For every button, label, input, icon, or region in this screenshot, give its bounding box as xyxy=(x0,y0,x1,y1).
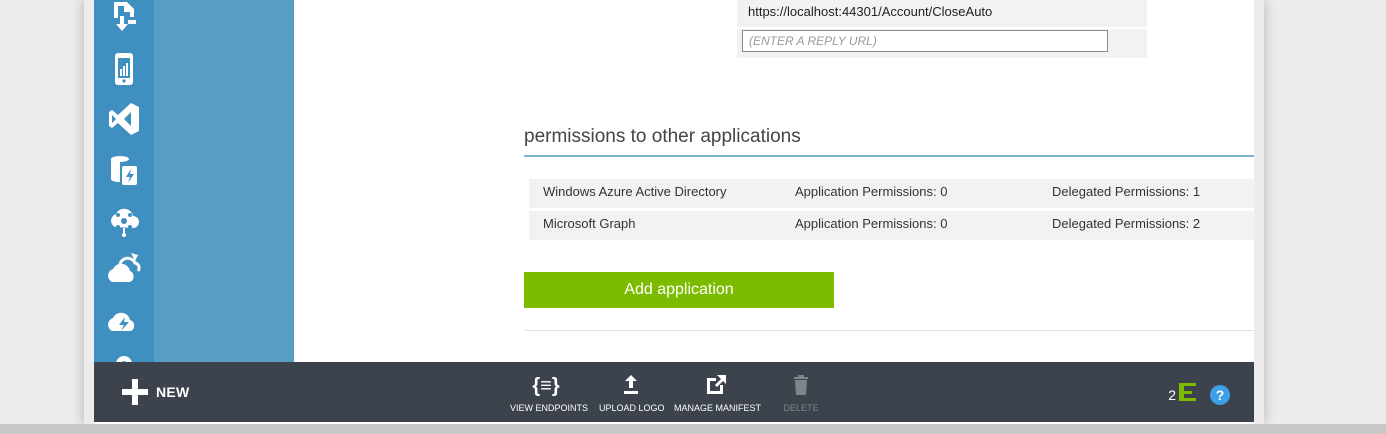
visual-studio-icon[interactable] xyxy=(104,99,144,139)
reply-url-list: https://localhost:44301/Account/CloseAut… xyxy=(737,0,1147,58)
window-bottom-strip xyxy=(0,424,1386,434)
cloud-service-icon[interactable] xyxy=(104,248,144,288)
service-bus-icon[interactable] xyxy=(104,199,144,239)
mobile-service-icon[interactable] xyxy=(104,49,144,89)
permission-row[interactable]: Microsoft Graph Application Permissions:… xyxy=(529,211,1254,240)
application-permissions-count: Application Permissions: 0 xyxy=(795,216,948,231)
status-tools: 2 ? xyxy=(1168,382,1230,407)
permission-app-name: Windows Azure Active Directory xyxy=(543,184,727,199)
delegated-permissions-count: Delegated Permissions: 2 xyxy=(1052,216,1201,231)
external-link-icon xyxy=(674,372,758,398)
azure-cloud-icon[interactable] xyxy=(104,298,144,338)
storage-icon[interactable] xyxy=(104,150,144,190)
app-configure-content: https://localhost:44301/Account/CloseAut… xyxy=(294,0,1254,362)
svg-text:{≡}: {≡} xyxy=(532,375,559,397)
permissions-section-title: permissions to other applications xyxy=(524,126,801,147)
content-divider xyxy=(524,330,1254,331)
view-endpoints-label: VIEW ENDPOINTS xyxy=(510,403,589,413)
upload-logo-label: UPLOAD LOGO xyxy=(599,403,665,413)
permission-row[interactable]: Windows Azure Active Directory Applicati… xyxy=(529,179,1254,208)
view-endpoints-button[interactable]: {≡} VIEW ENDPOINTS xyxy=(510,372,589,413)
new-button[interactable]: NEW xyxy=(122,379,190,405)
permission-app-name: Microsoft Graph xyxy=(543,216,636,231)
notifications-icon[interactable] xyxy=(1178,382,1196,407)
trash-icon xyxy=(782,372,820,398)
manage-manifest-label: MANAGE MANIFEST xyxy=(674,403,762,413)
sql-database-icon[interactable] xyxy=(104,0,144,36)
delegated-permissions-count: Delegated Permissions: 1 xyxy=(1052,184,1201,199)
plus-icon xyxy=(122,379,148,405)
add-application-button[interactable]: Add application xyxy=(524,272,834,308)
delete-label: DELETE xyxy=(783,403,819,413)
reply-url-separator xyxy=(737,27,1147,29)
notification-count[interactable]: 2 xyxy=(1168,387,1176,403)
new-button-label: NEW xyxy=(156,384,190,400)
upload-logo-button[interactable]: UPLOAD LOGO xyxy=(599,372,665,413)
application-permissions-count: Application Permissions: 0 xyxy=(795,184,948,199)
service-nav-rail xyxy=(94,0,154,372)
delete-button[interactable]: DELETE xyxy=(782,372,820,413)
reply-url-input[interactable] xyxy=(742,30,1108,52)
section-divider xyxy=(524,155,1254,157)
command-bar: NEW {≡} VIEW ENDPOINTS UPLOAD LOGO MANAG… xyxy=(94,362,1254,422)
upload-icon xyxy=(599,372,663,398)
portal-window: https://localhost:44301/Account/CloseAut… xyxy=(94,0,1254,424)
sub-navigation-panel xyxy=(154,0,294,362)
manage-manifest-button[interactable]: MANAGE MANIFEST xyxy=(674,372,762,413)
reply-url-entry[interactable]: https://localhost:44301/Account/CloseAut… xyxy=(737,0,1147,27)
help-icon[interactable]: ? xyxy=(1210,384,1230,405)
endpoints-icon: {≡} xyxy=(510,372,582,398)
